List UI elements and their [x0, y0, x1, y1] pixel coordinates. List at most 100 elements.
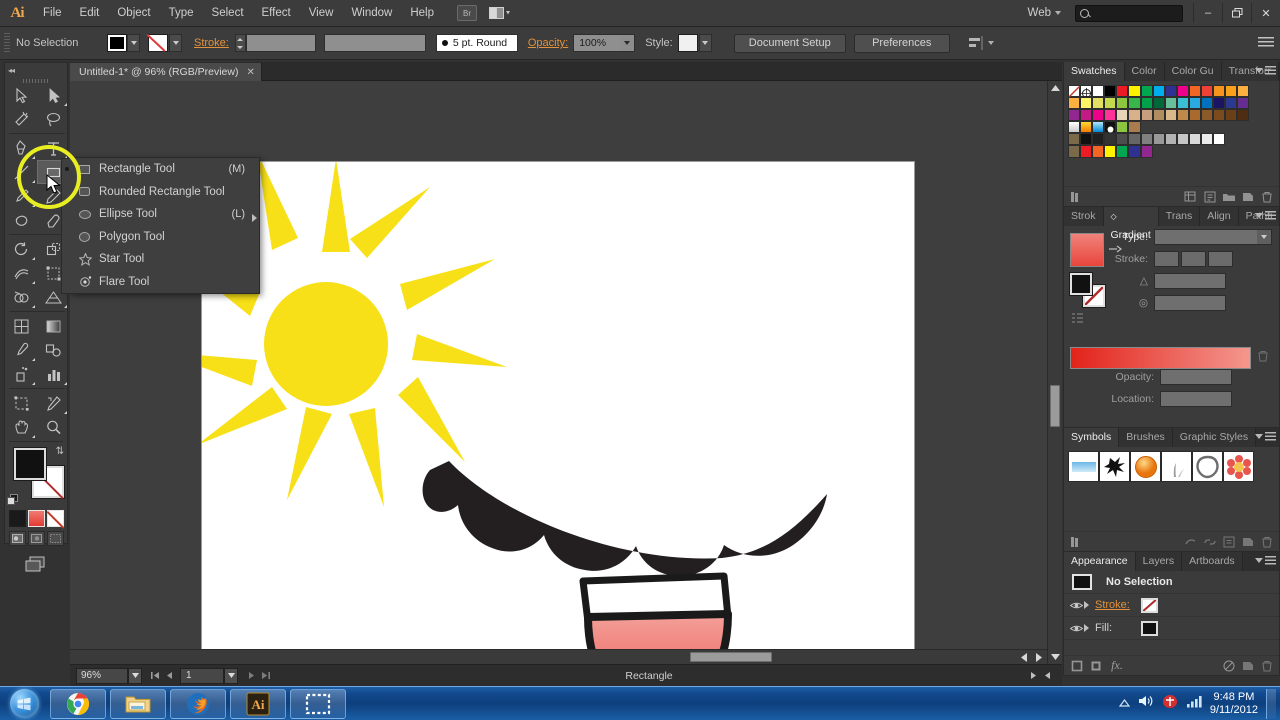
tab-graphic-styles[interactable]: Graphic Styles: [1173, 428, 1256, 447]
flyout-item-rectangle-tool[interactable]: Rectangle Tool (M): [71, 158, 259, 181]
pen-tool[interactable]: [5, 136, 37, 160]
column-graph-tool[interactable]: [37, 362, 69, 386]
fill-color-swatch[interactable]: [108, 35, 126, 51]
orange-sphere-symbol[interactable]: [1130, 451, 1161, 482]
type-tool[interactable]: [37, 136, 69, 160]
mesh-tool[interactable]: [5, 314, 37, 338]
swatch-group-folder-icon[interactable]: [1068, 145, 1080, 157]
swatch-gray[interactable]: [1177, 133, 1189, 145]
swatch-gray[interactable]: [1092, 133, 1104, 145]
collapse-panel-icon[interactable]: ◂◂: [8, 66, 14, 75]
swatch-gray[interactable]: [1153, 133, 1165, 145]
swatch-gray[interactable]: [1189, 133, 1201, 145]
gradient-type-field[interactable]: [1154, 229, 1272, 245]
add-new-effect-icon[interactable]: fx.: [1106, 658, 1128, 673]
gradient-angle-field[interactable]: [1154, 273, 1226, 289]
swatches-grid[interactable]: [1064, 81, 1279, 158]
opacity-label[interactable]: Opacity:: [528, 37, 568, 49]
close-button[interactable]: ✕: [1251, 3, 1280, 23]
swatch-color[interactable]: [1141, 85, 1153, 97]
artboard-number-caret[interactable]: [224, 668, 238, 684]
first-artboard-icon[interactable]: [148, 668, 162, 684]
opacity-caret[interactable]: [620, 35, 634, 51]
visibility-eye-icon[interactable]: [1068, 601, 1084, 610]
swatch-color[interactable]: [1201, 97, 1213, 109]
clear-appearance-icon[interactable]: [1220, 658, 1237, 673]
minimize-button[interactable]: –: [1193, 3, 1222, 23]
preferences-button[interactable]: Preferences: [854, 34, 950, 53]
swatch-color[interactable]: [1104, 109, 1116, 121]
new-symbol-icon[interactable]: [1239, 534, 1256, 549]
swatch-color[interactable]: [1177, 97, 1189, 109]
swatch-color[interactable]: [1141, 109, 1153, 121]
menu-window[interactable]: Window: [342, 0, 401, 27]
swatch-color[interactable]: [1128, 85, 1140, 97]
appearance-stroke-row[interactable]: Stroke:: [1064, 594, 1279, 617]
color-fill-icon[interactable]: [9, 510, 26, 527]
workspace-label[interactable]: Web: [1028, 7, 1055, 19]
swatch-gray[interactable]: [1165, 133, 1177, 145]
swatch-gray[interactable]: [1104, 133, 1116, 145]
bridge-icon[interactable]: Br: [457, 5, 477, 21]
chevron-down-icon[interactable]: [1055, 11, 1061, 15]
style-caret[interactable]: [699, 34, 712, 52]
previous-artboard-icon[interactable]: [162, 668, 176, 684]
tab-transparency[interactable]: Trans: [1159, 207, 1200, 226]
swatch-color[interactable]: [1189, 85, 1201, 97]
grass-blade-symbol[interactable]: [1161, 451, 1192, 482]
taskbar-item-chrome[interactable]: [50, 689, 106, 719]
swatch-color[interactable]: [1201, 85, 1213, 97]
break-link-to-symbol-icon[interactable]: [1201, 534, 1218, 549]
swatch-color[interactable]: [1237, 85, 1249, 97]
stroke-gradient-across-icon[interactable]: [1208, 251, 1233, 267]
swatch-color[interactable]: [1104, 145, 1116, 157]
swatch-pattern[interactable]: [1128, 121, 1140, 133]
symbol-sprayer-tool[interactable]: [5, 362, 37, 386]
gradient-slider[interactable]: [1070, 347, 1251, 369]
gradient-fill-box[interactable]: [1070, 273, 1092, 295]
swatch-gradient[interactable]: [1080, 121, 1092, 133]
zoom-level-caret[interactable]: [128, 668, 142, 684]
lasso-tool[interactable]: [37, 107, 69, 131]
swatch-gradient[interactable]: [1068, 121, 1080, 133]
swap-fill-stroke-icon[interactable]: ⇅: [56, 446, 64, 457]
fill-dropdown-caret[interactable]: [127, 34, 140, 52]
tab-appearance[interactable]: Appearance: [1064, 552, 1136, 571]
swatch-black[interactable]: [1104, 85, 1116, 97]
menu-effect[interactable]: Effect: [253, 0, 300, 27]
stroke-color-swatch[interactable]: [148, 34, 168, 52]
flyout-item-star-tool[interactable]: Star Tool: [71, 248, 259, 271]
stroke-profile-field[interactable]: [324, 34, 426, 52]
document-tab[interactable]: Untitled-1* @ 96% (RGB/Preview) ✕: [70, 63, 262, 82]
swatch-color[interactable]: [1116, 109, 1128, 121]
stroke-weight-field[interactable]: [246, 34, 316, 52]
draw-inside-icon[interactable]: [47, 531, 64, 546]
arrange-documents-icon[interactable]: [489, 5, 511, 21]
swatch-color[interactable]: [1213, 97, 1225, 109]
appearance-target-swatch[interactable]: [1072, 574, 1092, 590]
swatch-color[interactable]: [1128, 109, 1140, 121]
menu-view[interactable]: View: [300, 0, 343, 27]
swatch-color[interactable]: [1165, 97, 1177, 109]
taskbar-item-snipping-tool[interactable]: [290, 689, 346, 719]
vertical-scroll-thumb[interactable]: [1050, 385, 1060, 427]
swatch-color[interactable]: [1165, 85, 1177, 97]
stroke-label[interactable]: Stroke:: [194, 37, 229, 49]
status-menu-arrow-icon[interactable]: [1026, 668, 1040, 684]
swatch-color[interactable]: [1080, 109, 1092, 121]
swatch-color[interactable]: [1092, 145, 1104, 157]
flyout-item-flare-tool[interactable]: Flare Tool: [71, 271, 259, 294]
swatch-color[interactable]: [1153, 85, 1165, 97]
gradient-aspect-field[interactable]: [1154, 295, 1226, 311]
network-icon[interactable]: [1186, 695, 1202, 713]
swatch-color[interactable]: [1237, 97, 1249, 109]
taskbar-item-illustrator[interactable]: Ai: [230, 689, 286, 719]
swatch-color[interactable]: [1177, 85, 1189, 97]
tab-color-guide[interactable]: Color Gu: [1165, 62, 1222, 81]
swatch-color[interactable]: [1153, 97, 1165, 109]
tab-layers[interactable]: Layers: [1136, 552, 1183, 571]
paintbrush-tool[interactable]: [5, 184, 37, 208]
taskbar-item-firefox[interactable]: [170, 689, 226, 719]
swatch-libraries-icon[interactable]: [1068, 189, 1085, 204]
tab-align[interactable]: Align: [1200, 207, 1238, 226]
